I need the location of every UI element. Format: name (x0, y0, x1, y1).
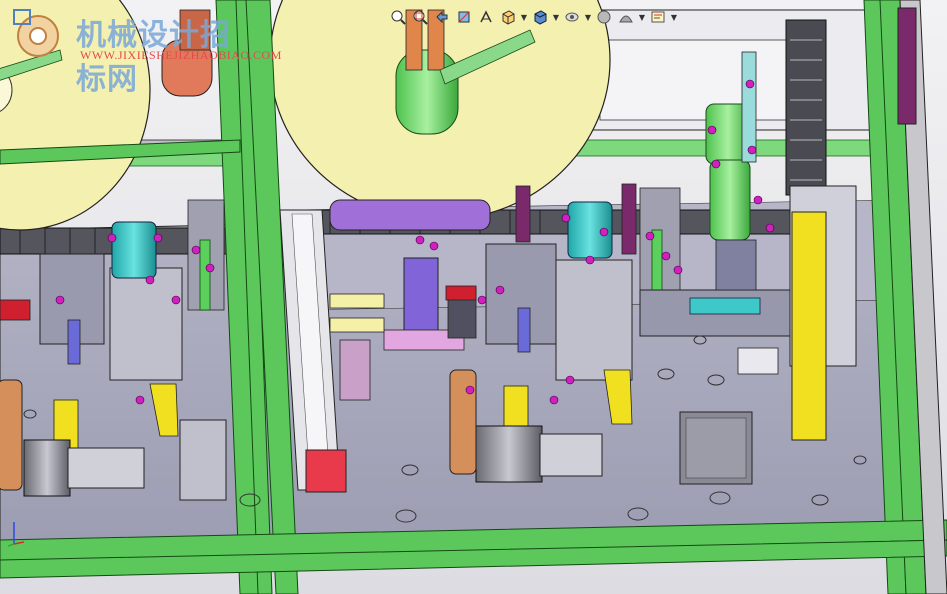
view-orientation-button[interactable] (498, 7, 518, 27)
heads-up-view-toolbar: ▼ ▼ ▼ ▼ ▼ (388, 6, 678, 28)
display-style-button[interactable] (530, 7, 550, 27)
edit-appearance-icon (597, 10, 611, 24)
view-settings-button[interactable] (648, 7, 668, 27)
hide-show-dropdown[interactable]: ▼ (584, 7, 592, 27)
view-orientation-dropdown[interactable]: ▼ (520, 7, 528, 27)
display-style-dropdown[interactable]: ▼ (552, 7, 560, 27)
hide-show-items-button[interactable] (562, 7, 582, 27)
reference-triad-icon (7, 522, 25, 547)
view-settings-icon (651, 11, 665, 23)
apply-scene-icon (619, 15, 633, 23)
zoom-to-area-button[interactable] (410, 7, 430, 27)
edit-appearance-button[interactable] (594, 7, 614, 27)
watermark-url: WWW.JIXIESHEJIZHAOBIAO.COM (80, 48, 282, 62)
section-view-button[interactable] (454, 7, 474, 27)
dynamic-annotation-button[interactable] (476, 7, 496, 27)
display-style-icon (534, 10, 547, 25)
previous-view-icon (436, 10, 448, 24)
dynamic-annotation-icon (480, 10, 492, 23)
zoom-to-fit-icon (391, 10, 406, 25)
previous-view-button[interactable] (432, 7, 452, 27)
graphics-viewport[interactable]: 机械设计招标网 WWW.JIXIESHEJIZHAOBIAO.COM ▼ ▼ ▼… (0, 0, 947, 594)
view-settings-dropdown[interactable]: ▼ (670, 7, 678, 27)
zoom-to-fit-button[interactable] (388, 7, 408, 27)
hide-show-items-icon (565, 12, 579, 22)
gear-logo-icon (13, 9, 59, 57)
apply-scene-button[interactable] (616, 7, 636, 27)
zoom-to-area-icon (413, 10, 428, 25)
apply-scene-dropdown[interactable]: ▼ (638, 7, 646, 27)
section-view-icon (458, 11, 470, 23)
site-watermark: 机械设计招标网 WWW.JIXIESHEJIZHAOBIAO.COM (8, 6, 281, 97)
view-orientation-icon (502, 10, 515, 25)
